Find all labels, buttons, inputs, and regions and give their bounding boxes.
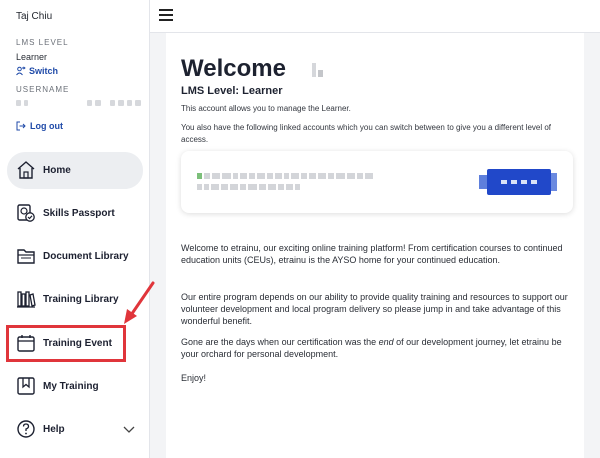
username-label: USERNAME: [16, 85, 70, 94]
linked-account-detail-redacted: [197, 184, 300, 190]
welcome-title: Welcome: [181, 55, 286, 82]
sidebar-item-training-library[interactable]: Training Library: [7, 281, 143, 318]
chevron-down-icon[interactable]: [123, 423, 135, 435]
sidebar-item-label: Training Library: [43, 294, 119, 305]
sidebar-item-document-library[interactable]: Document Library: [7, 238, 143, 275]
sidebar-item-my-training[interactable]: My Training: [7, 368, 143, 405]
enjoy-text: Enjoy!: [181, 373, 207, 383]
sidebar-item-skills-passport[interactable]: Skills Passport: [7, 195, 143, 232]
lms-level-heading: LMS Level: Learner: [181, 85, 283, 97]
logout-label: Log out: [30, 121, 63, 131]
hamburger-menu-icon[interactable]: [159, 9, 173, 21]
annotation-highlight-box: [6, 325, 126, 362]
folder-icon: [17, 249, 35, 264]
library-icon: [17, 291, 36, 308]
welcome-name-redacted: [312, 63, 323, 77]
development-paragraph: Gone are the days when our certification…: [181, 337, 562, 359]
switch-label: Switch: [29, 66, 59, 76]
program-paragraph: Our entire program depends on our abilit…: [181, 292, 568, 326]
switch-users-icon: [16, 66, 26, 76]
logout-link[interactable]: Log out: [16, 121, 63, 131]
content-panel: Welcome LMS Level: Learner This account …: [166, 33, 584, 458]
main-area: Welcome LMS Level: Learner This account …: [150, 33, 600, 458]
switch-account-button-label-redacted: [501, 180, 537, 184]
linked-account-name-redacted: [197, 173, 373, 179]
linked-account-card[interactable]: [181, 151, 573, 213]
account-description: This account allows you to manage the Le…: [181, 104, 351, 113]
user-name: Taj Chiu: [16, 11, 53, 22]
lms-level-label: LMS LEVEL: [16, 38, 69, 47]
sidebar-item-label: Home: [43, 165, 71, 176]
sidebar: Taj Chiu LMS LEVEL Learner Switch USERNA…: [0, 0, 150, 458]
top-bar: [150, 0, 600, 33]
question-icon: [17, 420, 35, 438]
bookmark-icon: [17, 377, 35, 395]
switch-link[interactable]: Switch: [16, 66, 58, 76]
intro-paragraph: Welcome to etrainu, our exciting online …: [181, 243, 563, 265]
lms-level-value: Learner: [16, 52, 48, 62]
sidebar-item-home[interactable]: Home: [7, 152, 143, 189]
logout-icon: [16, 121, 26, 131]
linked-accounts-description: You also have the following linked accou…: [181, 123, 552, 144]
username-value-redacted: [16, 100, 141, 106]
sidebar-item-label: My Training: [43, 381, 99, 392]
switch-account-button[interactable]: [479, 169, 557, 195]
sidebar-item-help[interactable]: Help: [7, 411, 143, 448]
sidebar-item-label: Help: [43, 424, 65, 435]
passport-icon: [17, 204, 35, 222]
home-icon: [17, 161, 35, 179]
sidebar-item-label: Document Library: [43, 251, 129, 262]
sidebar-item-label: Skills Passport: [43, 208, 115, 219]
